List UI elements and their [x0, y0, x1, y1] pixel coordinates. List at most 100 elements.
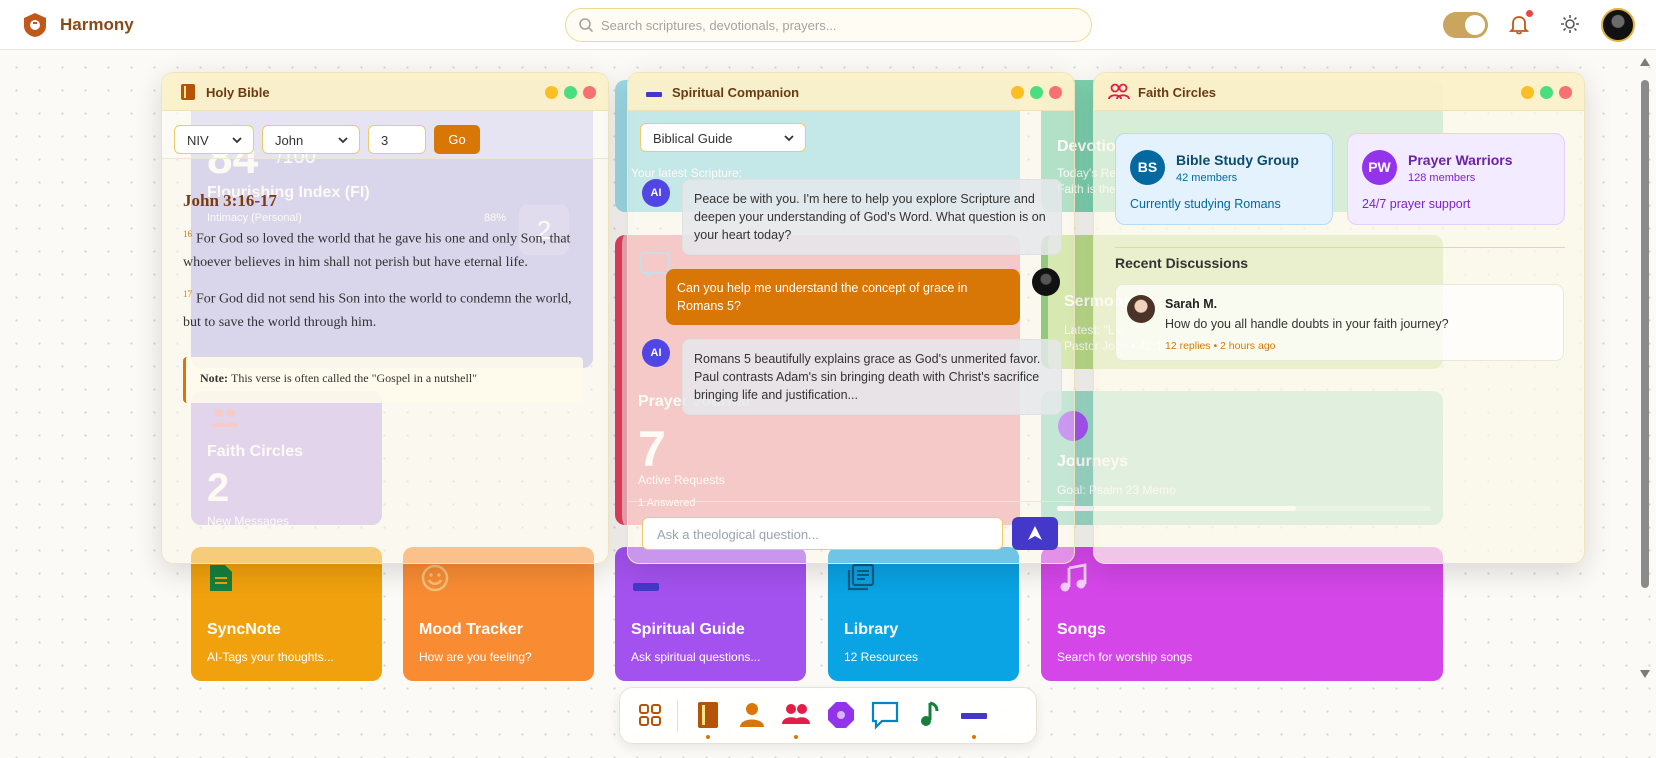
verse-16: 16 For God so loved the world that he gav… — [183, 223, 578, 274]
verse-reference: John 3:16-17 — [183, 191, 277, 210]
recent-discussions-heading: Recent Discussions — [1115, 255, 1249, 271]
mood-tracker-sub: How are you feeling? — [419, 650, 532, 664]
chat-icon[interactable] — [870, 700, 900, 730]
spiritual-guide-sub: Ask spiritual questions... — [631, 650, 761, 664]
person-icon[interactable] — [737, 700, 767, 730]
group-name: Bible Study Group — [1176, 152, 1299, 168]
verse-number: 17 — [183, 289, 192, 299]
note-text: This verse is often called the "Gospel i… — [230, 371, 478, 385]
send-button[interactable] — [1012, 517, 1058, 550]
close-button[interactable] — [583, 86, 596, 99]
faith-circles-window[interactable]: Faith Circles BS Bible Study Group 42 me… — [1093, 72, 1585, 564]
minimize-button[interactable] — [1011, 86, 1024, 99]
book-select[interactable]: John — [262, 125, 360, 154]
close-button[interactable] — [1049, 86, 1062, 99]
section-divider — [1115, 247, 1565, 248]
page-scrollbar[interactable] — [1639, 58, 1651, 678]
syncnote-tile[interactable]: SyncNote AI-Tags your thoughts... — [191, 547, 382, 681]
ai-avatar: AI — [642, 179, 670, 207]
user-message: Can you help me understand the concept o… — [666, 269, 1020, 325]
group-avatar: BS — [1130, 150, 1165, 185]
music-note-icon — [1060, 563, 1087, 592]
top-bar: Harmony Search scriptures, devotionals, … — [0, 0, 1656, 50]
ai-message: Peace be with you. I'm here to help you … — [682, 179, 1062, 255]
guide-mode-select[interactable]: Biblical Guide — [640, 123, 806, 152]
maximize-button[interactable] — [1540, 86, 1553, 99]
group-card-prayer-warriors[interactable]: PW Prayer Warriors 128 members 24/7 pray… — [1347, 133, 1565, 225]
maximize-button[interactable] — [564, 86, 577, 99]
harmony-logo-icon[interactable] — [22, 12, 48, 38]
songs-tile[interactable]: Songs Search for worship songs — [1041, 547, 1443, 681]
verse-text: For God so loved the world that he gave … — [183, 231, 571, 270]
guide-icon[interactable] — [959, 700, 989, 730]
spiritual-companion-window[interactable]: Spiritual Companion Biblical Guide AI Pe… — [627, 72, 1075, 564]
group-members: 42 members — [1176, 172, 1238, 184]
brand-name[interactable]: Harmony — [60, 15, 134, 35]
scroll-down-arrow[interactable] — [1640, 670, 1650, 678]
scroll-up-arrow[interactable] — [1640, 58, 1650, 66]
discussion-text: How do you all handle doubts in your fai… — [1165, 317, 1449, 331]
companion-window-title: Spiritual Companion — [672, 85, 800, 100]
scroll-thumb[interactable] — [1641, 80, 1649, 588]
faith-window-title: Faith Circles — [1138, 85, 1217, 100]
maximize-button[interactable] — [1030, 86, 1043, 99]
group-card-bible-study[interactable]: BS Bible Study Group 42 members Currentl… — [1115, 133, 1333, 225]
discussion-card[interactable]: Sarah M. How do you all handle doubts in… — [1115, 284, 1564, 361]
window-controls — [1521, 86, 1572, 99]
faith-window-titlebar[interactable]: Faith Circles — [1094, 73, 1584, 111]
bible-icon[interactable] — [693, 700, 723, 730]
note-icon — [210, 565, 232, 591]
verse-17: 17 For God did not send his Son into the … — [183, 283, 578, 334]
chat-input[interactable]: Ask a theological question... — [642, 517, 1003, 550]
dock-separator — [677, 700, 678, 732]
syncnote-title: SyncNote — [207, 621, 281, 638]
ai-avatar: AI — [642, 339, 670, 367]
mood-tracker-tile[interactable]: Mood Tracker How are you feeling? — [403, 547, 594, 681]
chevron-down-icon — [338, 137, 348, 144]
discussion-author: Sarah M. — [1165, 297, 1218, 311]
bible-window-titlebar[interactable]: Holy Bible — [162, 73, 608, 111]
ai-message: Romans 5 beautifully explains grace as G… — [682, 339, 1062, 415]
mood-tracker-title: Mood Tracker — [419, 621, 524, 638]
theme-toggle[interactable] — [1443, 12, 1488, 38]
search-input[interactable]: Search scriptures, devotionals, prayers.… — [565, 8, 1092, 42]
chapter-input[interactable]: 3 — [368, 125, 426, 154]
music-note-icon[interactable] — [915, 700, 945, 730]
close-button[interactable] — [1559, 86, 1572, 99]
guide-icon — [646, 92, 662, 97]
minimize-button[interactable] — [1521, 86, 1534, 99]
songs-title: Songs — [1057, 621, 1106, 638]
chevron-down-icon — [784, 135, 794, 142]
notification-dot — [1526, 10, 1533, 17]
user-avatar[interactable] — [1601, 8, 1635, 42]
group-description: Currently studying Romans — [1130, 197, 1281, 211]
window-controls — [545, 86, 596, 99]
spiritual-guide-title: Spiritual Guide — [631, 621, 745, 638]
chevron-down-icon — [232, 137, 242, 144]
people-icon — [1108, 83, 1130, 100]
translation-select[interactable]: NIV — [174, 125, 254, 154]
dock-active-dot — [794, 735, 798, 739]
spiritual-guide-tile[interactable]: Spiritual Guide Ask spiritual questions.… — [615, 547, 806, 681]
sun-icon[interactable] — [1559, 13, 1581, 35]
minimize-button[interactable] — [545, 86, 558, 99]
apps-grid-icon[interactable] — [635, 700, 665, 730]
holy-bible-window[interactable]: Holy Bible NIV John 3 Go John 3:16-17 16… — [161, 72, 609, 564]
user-message-avatar — [1032, 268, 1060, 296]
journey-icon[interactable] — [826, 700, 856, 730]
discussion-avatar — [1127, 295, 1155, 323]
people-icon[interactable] — [781, 700, 811, 730]
verse-text: For God did not send his Son into the wo… — [183, 291, 572, 330]
syncnote-sub: AI-Tags your thoughts... — [207, 650, 334, 664]
library-tile[interactable]: Library 12 Resources — [828, 547, 1019, 681]
verse-number: 16 — [183, 229, 192, 239]
group-name: Prayer Warriors — [1408, 152, 1513, 168]
search-icon — [579, 18, 594, 33]
app-dock — [619, 687, 1037, 744]
bible-window-title: Holy Bible — [206, 85, 270, 100]
go-button[interactable]: Go — [434, 125, 480, 154]
group-avatar: PW — [1362, 150, 1397, 185]
window-controls — [1011, 86, 1062, 99]
companion-window-titlebar[interactable]: Spiritual Companion — [628, 73, 1074, 111]
chat-divider — [628, 501, 1074, 502]
